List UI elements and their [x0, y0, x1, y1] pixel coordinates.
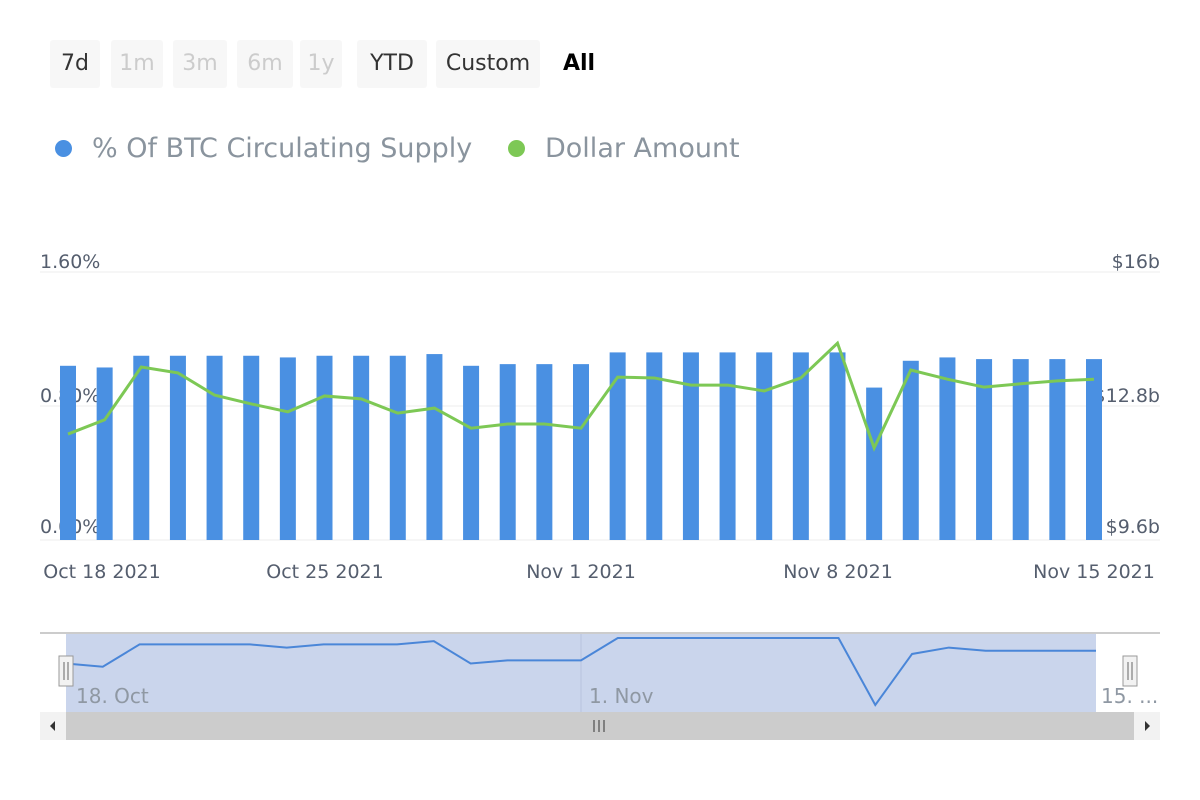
- bar[interactable]: [463, 365, 480, 540]
- bar[interactable]: [756, 352, 773, 540]
- x-tick: Oct 18 2021: [43, 561, 160, 583]
- bar[interactable]: [96, 367, 113, 540]
- navigator-handle-right[interactable]: [1122, 655, 1138, 687]
- bar[interactable]: [939, 357, 956, 540]
- left-tick: 1.60%: [40, 251, 100, 273]
- scrollbar-thumb[interactable]: [66, 712, 1134, 740]
- bar[interactable]: [609, 352, 626, 540]
- bar[interactable]: [719, 352, 736, 540]
- bar[interactable]: [133, 355, 150, 540]
- bar[interactable]: [353, 355, 370, 540]
- bar[interactable]: [60, 365, 76, 540]
- right-tick: $16b: [1112, 251, 1160, 273]
- x-tick: Oct 25 2021: [266, 561, 383, 583]
- navigator-handle-left[interactable]: [58, 655, 74, 687]
- bar[interactable]: [1086, 359, 1102, 540]
- bar[interactable]: [902, 360, 919, 540]
- right-tick: $12.8b: [1094, 385, 1160, 407]
- scrollbar[interactable]: [40, 712, 1160, 740]
- navigator-label: 15. ...: [1101, 684, 1158, 708]
- bar[interactable]: [426, 354, 443, 540]
- chart: 1.60% 0.80% 0.00% $16b $12.8b $9.6b Oct …: [40, 251, 1160, 740]
- bar[interactable]: [243, 355, 260, 540]
- navigator[interactable]: 18. Oct 1. Nov 15. ...: [40, 632, 1160, 712]
- bar[interactable]: [316, 355, 333, 540]
- bar[interactable]: [1012, 359, 1029, 540]
- bar[interactable]: [279, 357, 296, 540]
- bar[interactable]: [829, 352, 846, 540]
- x-tick: Nov 8 2021: [783, 561, 893, 583]
- navigator-label: 1. Nov: [589, 684, 654, 708]
- right-tick: $9.6b: [1106, 516, 1160, 538]
- bar[interactable]: [573, 364, 589, 540]
- bar[interactable]: [206, 355, 223, 540]
- bar[interactable]: [499, 364, 516, 540]
- x-tick: Nov 1 2021: [526, 561, 636, 583]
- bar[interactable]: [536, 364, 553, 540]
- x-tick: Nov 15 2021: [1033, 561, 1155, 583]
- bar[interactable]: [169, 355, 186, 540]
- bar[interactable]: [389, 355, 406, 540]
- bar[interactable]: [1049, 359, 1066, 540]
- bar[interactable]: [866, 387, 883, 540]
- bar[interactable]: [682, 352, 699, 540]
- navigator-label: 18. Oct: [76, 684, 149, 708]
